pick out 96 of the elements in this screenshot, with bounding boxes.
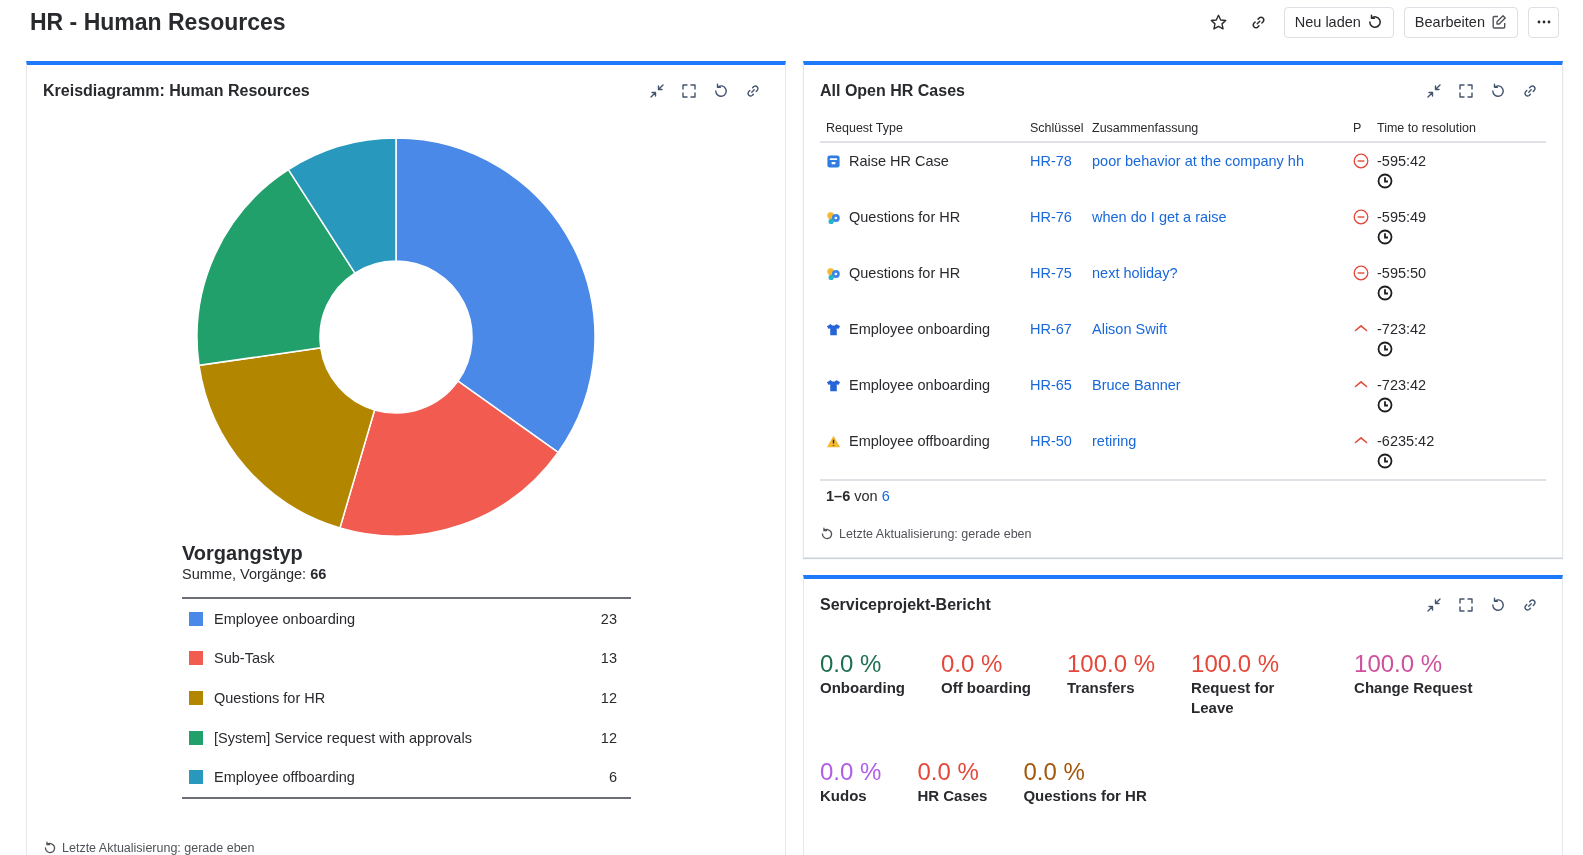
table-cell: Employee onboarding	[849, 320, 991, 338]
issue-summary-link[interactable]: retiring	[1092, 433, 1137, 449]
star-icon[interactable]	[1209, 13, 1227, 31]
table-cell: Raise HR Case	[849, 152, 949, 170]
bubbles-icon	[826, 265, 841, 281]
resolution-time: -595:50	[1377, 264, 1427, 282]
issue-key-link[interactable]: HR-75	[1030, 265, 1072, 281]
clock-icon	[1377, 173, 1393, 189]
issue-summary-link[interactable]: Alison Swift	[1092, 321, 1167, 337]
fullscreen-icon[interactable]	[1458, 597, 1474, 613]
refresh-icon[interactable]	[1490, 597, 1506, 613]
refresh-icon	[1366, 14, 1383, 30]
issue-summary-link[interactable]: poor behavior at the company hh	[1092, 153, 1304, 169]
refresh-icon	[43, 840, 57, 855]
legend-label: Sub-Task	[214, 650, 276, 667]
last-updated-text: Letzte Aktualisierung: gerade eben	[62, 840, 255, 855]
issue-summary-link[interactable]: Bruce Banner	[1092, 377, 1181, 393]
issue-key-link[interactable]: HR-67	[1030, 321, 1072, 337]
metric-label: Onboarding	[820, 678, 905, 698]
legend-label: [System] Service request with approvals	[214, 729, 473, 746]
metric-value: 0.0 %	[1023, 758, 1086, 786]
legend-label: Employee offboarding	[214, 769, 356, 786]
gadget-title: All Open HR Cases	[820, 81, 965, 101]
collapse-icon[interactable]	[649, 83, 665, 99]
reload-button[interactable]: Neu laden	[1283, 6, 1394, 38]
refresh-icon	[820, 527, 834, 541]
table-cell: Questions for HR	[849, 208, 961, 226]
legend-label: Questions for HR	[214, 690, 327, 706]
legend-count: 12	[600, 690, 617, 706]
metric-value: 0.0 %	[941, 650, 1004, 678]
legend-title: Vorgangstyp	[182, 541, 304, 565]
legend-summary: Summe, Vorgänge: 66	[182, 565, 328, 583]
table-cell: Questions for HR	[849, 264, 961, 282]
metric-value: 0.0 %	[917, 758, 980, 786]
legend-count: 6	[608, 769, 617, 786]
column-header[interactable]: Time to resolution	[1377, 121, 1546, 135]
column-header[interactable]: Zusammenfassung	[1092, 121, 1353, 135]
clock-icon	[1377, 453, 1393, 469]
metric-value: 0.0 %	[820, 650, 883, 678]
issue-key-link[interactable]: HR-78	[1030, 153, 1072, 169]
column-header[interactable]: P	[1353, 121, 1377, 135]
clock-icon	[1377, 229, 1393, 245]
clock-icon	[1377, 341, 1393, 357]
last-updated-text: Letzte Aktualisierung: gerade eben	[839, 527, 1032, 541]
issue-summary-link[interactable]: next holiday?	[1092, 265, 1178, 281]
resolution-time: -723:42	[1377, 320, 1427, 338]
resolution-time: -595:42	[1377, 152, 1427, 170]
metric-value: 100.0 %	[1191, 650, 1281, 678]
collapse-icon[interactable]	[1426, 597, 1442, 613]
refresh-icon[interactable]	[713, 83, 729, 99]
shirt-icon	[826, 321, 841, 337]
gadget-title: Serviceprojekt-Bericht	[820, 595, 991, 615]
tray-icon	[826, 153, 841, 169]
metric-value: 0.0 %	[820, 758, 882, 786]
edit-icon	[1491, 14, 1507, 30]
metric-label: Request for Leave	[1191, 678, 1276, 718]
legend-count: 23	[600, 610, 617, 627]
metric-label: Transfers	[1067, 678, 1136, 698]
pagination-total-link[interactable]: 6	[881, 487, 890, 505]
metric-value: 100.0 %	[1067, 650, 1156, 678]
edit-button[interactable]: Bearbeiten	[1403, 6, 1518, 38]
link-icon[interactable]	[745, 83, 761, 99]
issue-key-link[interactable]: HR-76	[1030, 209, 1072, 225]
resolution-time: -595:49	[1377, 208, 1427, 226]
table-cell: Employee onboarding	[849, 376, 991, 394]
metric-value: 100.0 %	[1354, 650, 1444, 678]
fullscreen-icon[interactable]	[1458, 83, 1474, 99]
collapse-icon[interactable]	[1426, 83, 1442, 99]
bubbles-icon	[826, 209, 841, 225]
refresh-icon[interactable]	[1490, 83, 1506, 99]
resolution-time: -723:42	[1377, 376, 1427, 394]
link-icon[interactable]	[1522, 597, 1538, 613]
column-header[interactable]: Request Type	[820, 121, 1030, 135]
metric-label: HR Cases	[917, 786, 988, 806]
metric-label: Kudos	[820, 786, 868, 806]
resolution-time: -6235:42	[1377, 432, 1435, 450]
page-title: HR - Human Resources	[30, 8, 286, 36]
gadget-title: Kreisdiagramm: Human Resources	[43, 81, 310, 101]
issue-key-link[interactable]: HR-50	[1030, 433, 1072, 449]
legend-count: 13	[600, 650, 617, 667]
shirt-icon	[826, 377, 841, 393]
link-icon[interactable]	[1522, 83, 1538, 99]
warning-icon	[826, 433, 841, 449]
metric-label: Questions for HR	[1023, 786, 1147, 806]
fullscreen-icon[interactable]	[681, 83, 697, 99]
legend-count: 12	[600, 729, 617, 746]
metric-label: Off boarding	[941, 678, 1031, 698]
legend-label: Employee onboarding	[214, 610, 357, 627]
clock-icon	[1377, 285, 1393, 301]
column-header[interactable]: Schlüssel	[1030, 121, 1092, 135]
table-cell: Employee offboarding	[849, 432, 990, 450]
issue-key-link[interactable]: HR-65	[1030, 377, 1072, 393]
pagination-text: 1–6 von	[826, 487, 878, 505]
clock-icon	[1377, 397, 1393, 413]
metric-label: Change Request	[1354, 678, 1473, 698]
issue-summary-link[interactable]: when do I get a raise	[1092, 209, 1227, 225]
